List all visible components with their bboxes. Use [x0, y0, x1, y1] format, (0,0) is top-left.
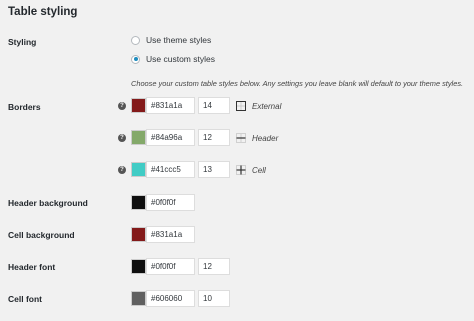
- cell-font-label: Cell font: [8, 294, 42, 304]
- cell-background-swatch[interactable]: [131, 227, 146, 242]
- header-background-swatch[interactable]: [131, 195, 146, 210]
- help-icon[interactable]: ?: [118, 102, 126, 110]
- section-title: Table styling: [8, 6, 78, 18]
- border-external-size-input[interactable]: 14: [198, 97, 230, 114]
- header-font-label: Header font: [8, 262, 56, 272]
- radio-button[interactable]: [131, 35, 140, 45]
- radio-button-checked[interactable]: [131, 54, 140, 64]
- header-background-label: Header background: [8, 198, 88, 208]
- radio-theme-styles[interactable]: Use theme styles: [131, 35, 211, 45]
- border-cell-label: Cell: [252, 166, 266, 175]
- border-header-label: Header: [252, 134, 279, 143]
- border-cell-color-input[interactable]: #41ccc5: [146, 161, 195, 178]
- header-font-swatch[interactable]: [131, 259, 146, 274]
- help-icon[interactable]: ?: [118, 166, 126, 174]
- header-font-size-input[interactable]: 12: [198, 258, 230, 275]
- border-external-label: External: [252, 102, 282, 111]
- styling-label: Styling: [8, 37, 37, 47]
- cell-background-label: Cell background: [8, 230, 75, 240]
- border-outer-icon: [236, 101, 246, 111]
- radio-label: Use theme styles: [146, 35, 212, 45]
- header-background-color-input[interactable]: #0f0f0f: [146, 194, 195, 211]
- border-header-color-input[interactable]: #84a96a: [146, 129, 195, 146]
- border-header-size-input[interactable]: 12: [198, 129, 230, 146]
- border-cell-swatch[interactable]: [131, 162, 146, 177]
- border-header-swatch[interactable]: [131, 130, 146, 145]
- radio-label: Use custom styles: [146, 54, 215, 64]
- border-cell-size-input[interactable]: 13: [198, 161, 230, 178]
- border-inner-icon: [236, 165, 246, 175]
- radio-custom-styles[interactable]: Use custom styles: [131, 54, 215, 64]
- custom-styles-hint: Choose your custom table styles below. A…: [131, 79, 464, 88]
- cell-background-color-input[interactable]: #831a1a: [146, 226, 195, 243]
- border-header-icon: [236, 133, 246, 143]
- borders-label: Borders: [8, 102, 41, 112]
- border-external-color-input[interactable]: #831a1a: [146, 97, 195, 114]
- header-font-color-input[interactable]: #0f0f0f: [146, 258, 195, 275]
- border-external-swatch[interactable]: [131, 98, 146, 113]
- cell-font-swatch[interactable]: [131, 291, 146, 306]
- cell-font-color-input[interactable]: #606060: [146, 290, 195, 307]
- cell-font-size-input[interactable]: 10: [198, 290, 230, 307]
- help-icon[interactable]: ?: [118, 134, 126, 142]
